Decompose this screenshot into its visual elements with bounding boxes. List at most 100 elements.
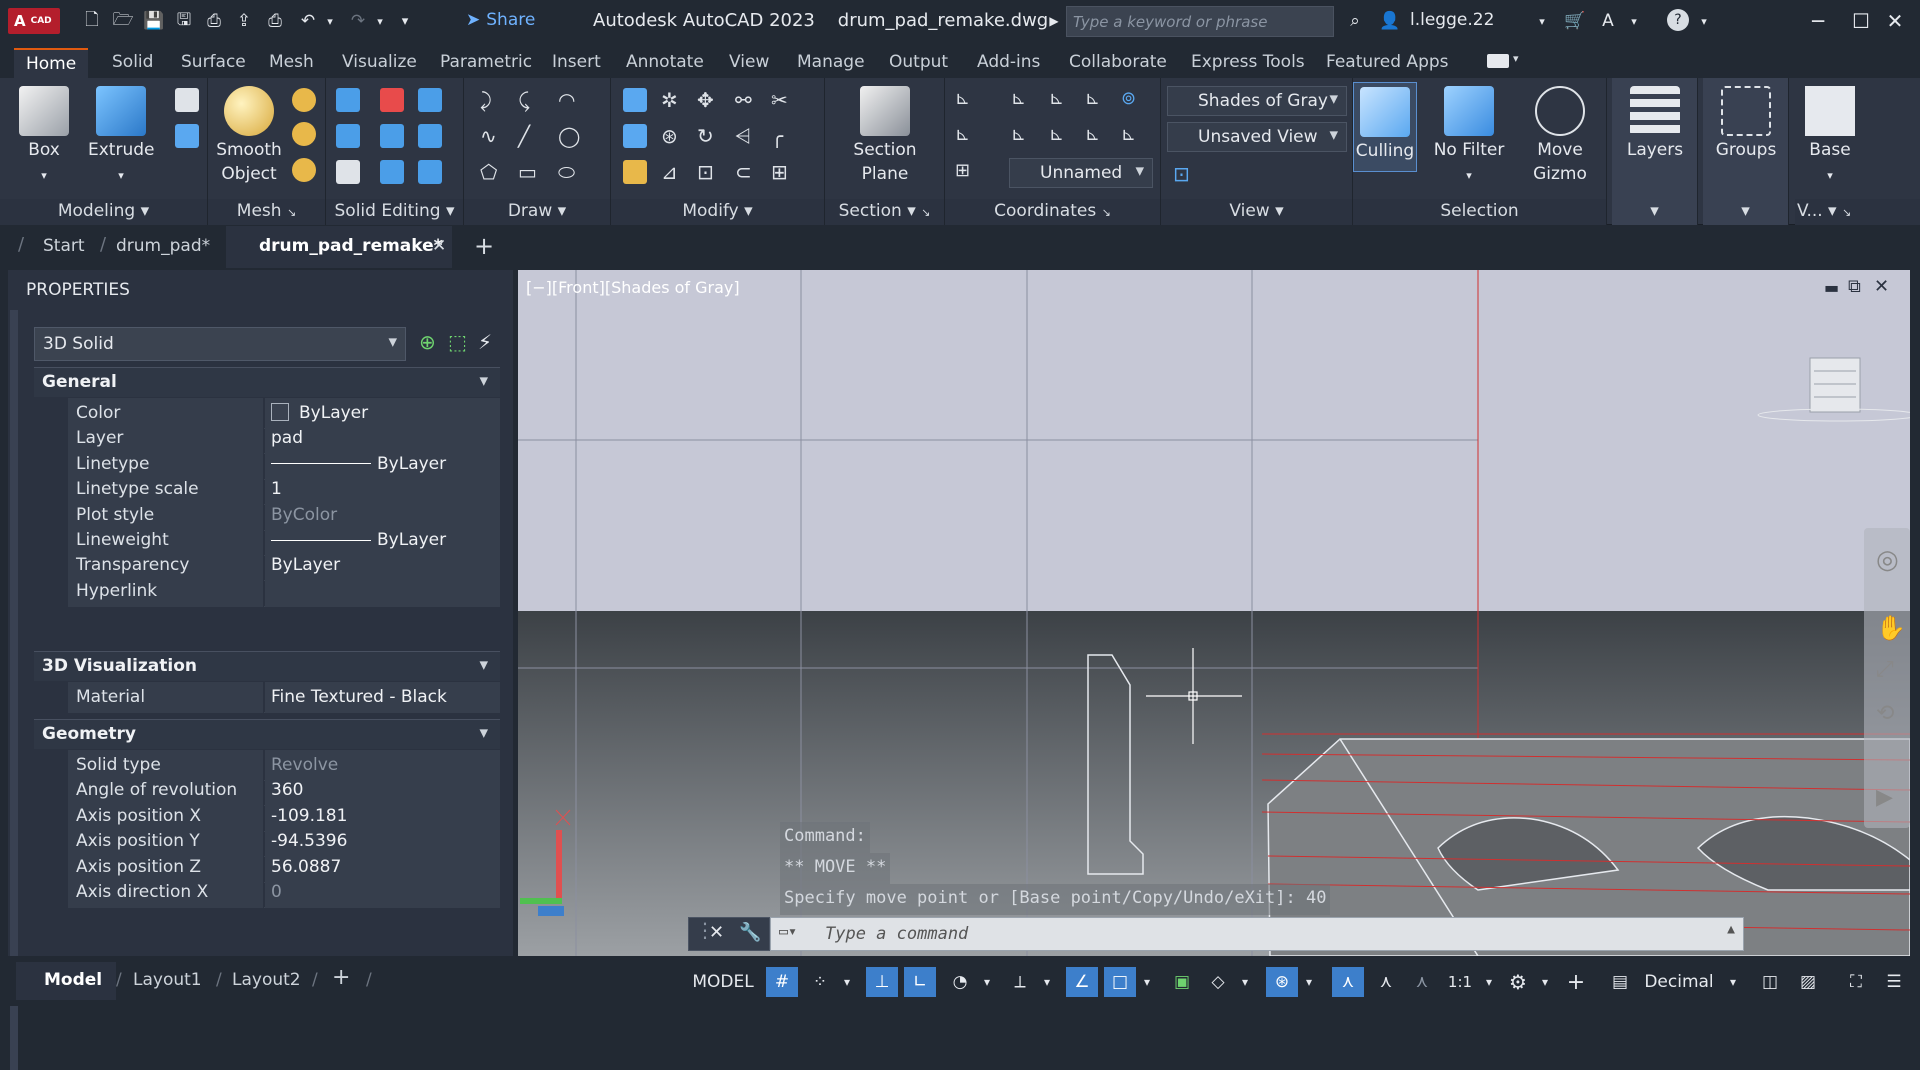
viewport-restore-icon[interactable]: ⧉ (1848, 276, 1861, 297)
isodraft-dropdown-icon[interactable]: ▾ (1036, 967, 1058, 997)
share-button[interactable]: ➤ Share (466, 10, 535, 30)
subtract-icon[interactable] (380, 88, 404, 112)
infer-constraints-icon[interactable]: ⊥ (866, 967, 898, 997)
open-file-icon[interactable]: 🗁 (111, 9, 135, 33)
ucs-object-icon[interactable]: ⊚ (1121, 88, 1145, 112)
object-snap-dropdown-icon[interactable]: ▾ (1136, 967, 1158, 997)
transparency-icon[interactable]: ▣ (1166, 967, 1198, 997)
groups-button[interactable]: Groups (1711, 86, 1781, 162)
tab-manage[interactable]: Manage (797, 48, 865, 78)
property-row[interactable]: Hyperlink (68, 575, 500, 607)
showmotion-icon[interactable]: ▶ (1876, 785, 1893, 810)
union-icon[interactable] (336, 88, 360, 112)
draw-panel-title[interactable]: Draw ▾ (464, 199, 610, 225)
extract-edges-icon[interactable] (418, 124, 442, 148)
clean-screen-icon[interactable]: ⛶ (1840, 967, 1872, 997)
section-panel-title[interactable]: Section ▾ ↘ (825, 199, 944, 225)
tab-view[interactable]: View (729, 48, 769, 78)
tab-surface[interactable]: Surface (181, 48, 246, 78)
ucs-world-icon[interactable]: ⊾ (1011, 88, 1035, 112)
viewport-config-icon[interactable]: ⊡ (1173, 162, 1197, 186)
3d-mirror-icon[interactable] (623, 88, 647, 112)
autocad-logo[interactable]: A CAD (8, 8, 60, 34)
tab-insert[interactable]: Insert (552, 48, 601, 78)
property-value[interactable]: Fine Textured - Black (265, 682, 500, 713)
line-icon[interactable]: ⤸ (480, 88, 504, 112)
tab-annotate[interactable]: Annotate (626, 48, 704, 78)
orbit-icon[interactable]: ⟲ (1876, 701, 1894, 726)
workspace-dropdown-icon[interactable]: ▾ (1534, 967, 1556, 997)
layout-tab-model[interactable]: Model (44, 970, 102, 990)
tab-parametric[interactable]: Parametric (440, 48, 532, 78)
solid-editing-panel-title[interactable]: Solid Editing ▾ (326, 199, 463, 225)
modeling-panel-title[interactable]: Modeling ▾ (0, 199, 207, 225)
ortho-mode-icon[interactable]: ∟ (904, 967, 936, 997)
layout-tab-layout2[interactable]: Layout2 (232, 970, 301, 990)
extrude-button[interactable]: Extrude ▾ (88, 86, 154, 188)
command-history-expand-icon[interactable]: ▲ (1727, 922, 1735, 937)
section-general[interactable]: General (34, 367, 500, 397)
help-icon[interactable]: ? (1667, 9, 1689, 31)
ellipse-icon[interactable]: ⬭ (558, 160, 582, 184)
polar-tracking-icon[interactable]: ◔ (944, 967, 976, 997)
smooth-object-button[interactable]: Smooth Object (216, 86, 282, 186)
circle-icon[interactable]: ◯ (558, 124, 582, 148)
infocenter-expand-icon[interactable]: ▶ (1042, 9, 1066, 33)
minimize-icon[interactable]: ─ (1803, 6, 1833, 36)
polygon-icon[interactable]: ⬠ (480, 160, 504, 184)
rotate-icon[interactable]: ↻ (697, 124, 721, 148)
ucs-zaxis-icon[interactable]: ⊾ (1085, 124, 1109, 148)
app-dropdown-icon[interactable]: ▾ (1622, 9, 1646, 33)
tab-collaborate[interactable]: Collaborate (1069, 48, 1167, 78)
annotation-scale-dropdown-icon[interactable]: ▾ (1478, 967, 1500, 997)
3d-osnap-dropdown-icon[interactable]: ▾ (1234, 967, 1256, 997)
graphics-performance-icon[interactable]: ▨ (1792, 967, 1824, 997)
snap-mode-icon[interactable]: ⁘ (804, 967, 836, 997)
section-3d-visualization[interactable]: 3D Visualization (34, 651, 500, 681)
command-customize-icon[interactable]: 🔧 (739, 922, 761, 943)
tab-home[interactable]: Home (14, 48, 89, 78)
annotation-scale-value[interactable]: 1:1 (1440, 967, 1480, 997)
thicken-icon[interactable] (380, 160, 404, 184)
ribbon-minimize-dropdown-icon[interactable]: ▾ (1513, 52, 1519, 65)
recent-commands-icon[interactable]: ▭▾ (779, 922, 797, 940)
ucs-previous-icon[interactable]: ⊾ (955, 124, 979, 148)
property-row[interactable]: Axis direction X 0 (68, 877, 500, 908)
ribbon-minimize-icon[interactable] (1487, 54, 1509, 68)
gizmo-toggle-icon[interactable]: ⊛ (1266, 967, 1298, 997)
save-icon[interactable]: 💾 (142, 9, 166, 33)
command-close-icon[interactable]: ✕ (709, 922, 724, 943)
layers-button[interactable]: Layers (1620, 86, 1690, 162)
user-name[interactable]: l.legge.22 (1410, 10, 1494, 30)
redo-icon[interactable]: ↷ (346, 9, 370, 33)
coordinates-panel-title[interactable]: Coordinates ↘ (945, 199, 1160, 225)
base-view-button[interactable]: Base ▾ (1795, 86, 1865, 188)
property-value[interactable] (265, 575, 500, 607)
separate-icon[interactable] (418, 160, 442, 184)
copy-icon[interactable]: ⚯ (735, 88, 759, 112)
user-dropdown-icon[interactable]: ▾ (1530, 9, 1554, 33)
rectangle-icon[interactable]: ▭ (518, 160, 542, 184)
ucs-3point-icon[interactable]: ⊾ (1049, 124, 1073, 148)
annotation-monitor-icon[interactable]: + (1560, 967, 1592, 997)
tab-output[interactable]: Output (889, 48, 948, 78)
tab-mesh[interactable]: Mesh (269, 48, 314, 78)
viewport-minimize-icon[interactable]: ▬ (1824, 278, 1839, 297)
help-dropdown-icon[interactable]: ▾ (1692, 9, 1716, 33)
move-icon[interactable]: ✥ (697, 88, 721, 112)
quick-properties-icon[interactable]: ◫ (1754, 967, 1786, 997)
maximize-icon[interactable]: ☐ (1846, 6, 1876, 36)
close-tab-icon[interactable]: ✕ (432, 236, 446, 256)
toggle-pickadd-icon[interactable]: ⊕ (419, 330, 436, 354)
units-icon[interactable]: ▤ (1604, 967, 1636, 997)
3d-align-icon[interactable] (623, 124, 647, 148)
pan-icon[interactable]: ✋ (1876, 614, 1906, 642)
offset-icon[interactable]: ⊂ (735, 160, 759, 184)
3d-object-snap-icon[interactable]: ◇ (1202, 967, 1234, 997)
erase-icon[interactable] (623, 160, 647, 184)
command-input[interactable]: ▭▾ Type a command ▲ (770, 917, 1744, 951)
selection-panel-title[interactable]: Selection (1353, 199, 1606, 225)
workspace-gear-icon[interactable]: ⚙ (1502, 967, 1534, 997)
property-row[interactable]: Material Fine Textured - Black (68, 682, 500, 713)
3d-rotate-icon[interactable]: ✲ (661, 88, 685, 112)
